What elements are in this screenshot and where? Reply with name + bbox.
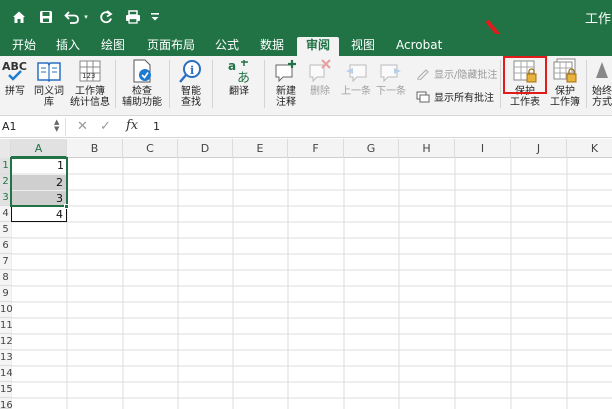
workbook-statistics-button[interactable]: 123 工作簿 统计信息 (70, 58, 110, 108)
fill-handle[interactable] (64, 204, 69, 209)
translate-button[interactable]: a あ 翻译 (222, 58, 256, 97)
excel-window: ▾ 工作 开始 插入 绘图 页面布局 公式 数据 审阅 视图 Acrobat A… (0, 0, 612, 409)
tab-view[interactable]: 视图 (351, 37, 375, 56)
column-header-g[interactable]: G (344, 139, 399, 158)
tab-formulas[interactable]: 公式 (215, 37, 239, 56)
next-comment-icon (380, 64, 401, 83)
column-header-a[interactable]: A (11, 139, 67, 158)
svg-text:123: 123 (82, 72, 95, 80)
smart-lookup-button[interactable]: i 智能 查找 (175, 58, 207, 108)
svg-text:i: i (190, 64, 194, 77)
show-hide-comment-button[interactable]: 显示/隐藏批注 (416, 66, 497, 81)
ribbon-tabs: 开始 插入 绘图 页面布局 公式 数据 审阅 视图 Acrobat (0, 34, 612, 56)
row-header-4[interactable]: 4 (0, 206, 11, 222)
ribbon-separator (586, 60, 587, 108)
tab-page-layout[interactable]: 页面布局 (147, 37, 195, 56)
print-icon[interactable] (125, 9, 141, 25)
thesaurus-button[interactable]: 同义词库 (33, 58, 65, 108)
column-header-j[interactable]: J (511, 139, 567, 158)
row-header-8[interactable]: 8 (0, 270, 11, 286)
previous-comment-button[interactable]: 上一条 (340, 58, 372, 97)
row-header-7[interactable]: 7 (0, 254, 11, 270)
row-header-11[interactable]: 11 (0, 318, 13, 334)
column-header-d[interactable]: D (178, 139, 233, 158)
protect-workbook-icon (553, 58, 577, 83)
delete-comment-button[interactable]: 删除 (305, 58, 335, 97)
new-comment-icon (275, 60, 296, 83)
gridlines (0, 158, 612, 409)
column-header-b[interactable]: B (67, 139, 123, 158)
svg-text:あ: あ (237, 71, 250, 84)
row-header-6[interactable]: 6 (0, 238, 11, 254)
always-icon (596, 62, 608, 78)
customize-icon[interactable] (150, 9, 160, 25)
ribbon-separator (500, 60, 501, 108)
protect-workbook-button[interactable]: 保护 工作簿 (547, 58, 583, 108)
translate-icon: a あ (228, 59, 250, 84)
ribbon-separator (115, 60, 116, 108)
column-header-h[interactable]: H (399, 139, 455, 158)
ribbon-separator (212, 60, 213, 108)
show-all-comments-icon (416, 91, 430, 102)
column-header-f[interactable]: F (288, 139, 344, 158)
ribbon-separator (264, 60, 265, 108)
tab-home[interactable]: 开始 (12, 37, 36, 56)
column-header-c[interactable]: C (123, 139, 178, 158)
delete-comment-icon (309, 59, 331, 83)
spelling-icon: ABC (2, 60, 27, 81)
previous-comment-icon (346, 64, 367, 83)
title-bar: ▾ 工作 (0, 0, 612, 34)
select-all-corner[interactable] (0, 139, 11, 158)
row-header-12[interactable]: 12 (0, 334, 13, 350)
always-button[interactable]: 始终 方式 (592, 58, 612, 108)
home-icon[interactable] (12, 9, 26, 25)
row-header-10[interactable]: 10 (0, 302, 13, 318)
enter-icon[interactable]: ✓ (100, 119, 111, 134)
undo-icon[interactable] (64, 9, 80, 25)
insert-function-icon[interactable]: fx (126, 118, 138, 133)
redo-icon[interactable] (99, 9, 113, 25)
new-comment-button[interactable]: 新建 注释 (270, 58, 302, 108)
save-icon[interactable] (39, 9, 53, 25)
show-hide-comment-icon (417, 68, 429, 80)
highlight-box (503, 56, 547, 94)
row-header-15[interactable]: 15 (0, 382, 13, 398)
tab-data[interactable]: 数据 (260, 37, 284, 56)
cancel-icon[interactable]: ✕ (77, 119, 88, 134)
name-box-value: A1 (2, 120, 17, 133)
selection-range (10, 157, 68, 207)
svg-text:a: a (228, 59, 236, 73)
statistics-icon: 123 (79, 60, 101, 82)
row-header-5[interactable]: 5 (0, 222, 11, 238)
tab-draw[interactable]: 绘图 (101, 37, 125, 56)
spreadsheet-grid[interactable]: A B C D E F G H I J K 1 2 3 4 5 6 7 8 9 … (0, 139, 612, 409)
tab-review[interactable]: 审阅 (297, 37, 340, 56)
tab-acrobat[interactable]: Acrobat (396, 37, 442, 56)
ribbon-separator (169, 60, 170, 108)
row-header-14[interactable]: 14 (0, 366, 13, 382)
book-icon (37, 62, 61, 83)
tab-insert[interactable]: 插入 (56, 37, 80, 56)
undo-dropdown-icon[interactable]: ▾ (82, 9, 90, 25)
accessibility-icon (133, 59, 151, 83)
show-all-comments-button[interactable]: 显示所有批注 (416, 89, 494, 104)
row-header-13[interactable]: 13 (0, 350, 13, 366)
check-accessibility-button[interactable]: 检查 辅助功能 (120, 58, 164, 108)
formula-bar: A1 ▲ ▼ ✕ ✓ fx 1 (0, 116, 612, 138)
column-header-i[interactable]: I (455, 139, 511, 158)
name-box-stepper-icon[interactable]: ▲ ▼ (54, 119, 59, 133)
row-header-16[interactable]: 16 (0, 398, 13, 409)
spelling-button[interactable]: ABC 拼写 (2, 58, 28, 97)
column-header-e[interactable]: E (233, 139, 288, 158)
column-header-row: A B C D E F G H I J K (0, 139, 612, 158)
window-title: 工作 (585, 12, 612, 27)
next-comment-button[interactable]: 下一条 (375, 58, 407, 97)
cell-a4[interactable]: 4 (11, 206, 67, 222)
row-header-9[interactable]: 9 (0, 286, 11, 302)
smart-lookup-icon: i (179, 60, 201, 83)
svg-text:ABC: ABC (2, 60, 27, 73)
column-header-k[interactable]: K (567, 139, 612, 158)
formula-input[interactable]: 1 (153, 120, 160, 133)
